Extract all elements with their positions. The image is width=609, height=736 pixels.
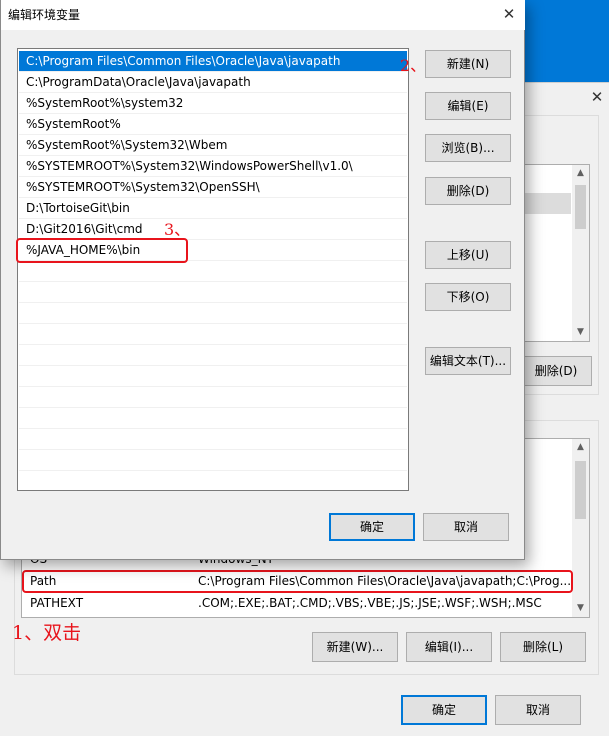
system-variables-scrollbar[interactable]: ▲ ▼ <box>572 439 589 617</box>
user-variables-selected-row[interactable] <box>521 193 571 214</box>
edit-environment-variable-dialog: 编辑环境变量 ✕ C:\Program Files\Common Files\O… <box>0 0 525 560</box>
system-var-row[interactable]: PATHEXT .COM;.EXE;.BAT;.CMD;.VBS;.VBE;.J… <box>22 593 574 614</box>
empty-row <box>19 429 407 450</box>
scroll-thumb[interactable] <box>575 461 586 519</box>
user-variables-list[interactable]: ▲ ▼ <box>520 164 590 342</box>
scroll-thumb[interactable] <box>575 185 586 229</box>
path-entry[interactable]: %SystemRoot% <box>19 114 407 135</box>
system-delete-button[interactable]: 删除(L) <box>500 632 586 662</box>
system-var-value: .COM;.EXE;.BAT;.CMD;.VBS;.VBE;.JS;.JSE;.… <box>198 596 542 610</box>
empty-row <box>19 450 407 471</box>
dialog-ok-button[interactable]: 确定 <box>329 513 415 541</box>
empty-row <box>19 366 407 387</box>
empty-row <box>19 387 407 408</box>
path-entry[interactable]: C:\ProgramData\Oracle\Java\javapath <box>19 72 407 93</box>
path-edit-button[interactable]: 编辑(E) <box>425 92 511 120</box>
scroll-up-icon[interactable]: ▲ <box>572 165 589 182</box>
empty-row <box>19 282 407 303</box>
empty-row <box>19 324 407 345</box>
empty-row <box>19 261 407 282</box>
path-entry[interactable]: D:\Git2016\Git\cmd <box>19 219 407 240</box>
scroll-down-icon[interactable]: ▼ <box>572 600 589 617</box>
path-entry[interactable]: D:\TortoiseGit\bin <box>19 198 407 219</box>
system-var-name: PATHEXT <box>30 596 84 610</box>
annotation-step1: 1、双击 <box>12 622 82 644</box>
annotation-step2: 2、 <box>400 56 427 75</box>
dialog-cancel-button[interactable]: 取消 <box>423 513 509 541</box>
system-var-value: C:\Program Files\Common Files\Oracle\Jav… <box>198 574 572 588</box>
empty-row <box>19 408 407 429</box>
path-new-button[interactable]: 新建(N) <box>425 50 511 78</box>
empty-row <box>19 471 407 490</box>
user-variables-scrollbar[interactable]: ▲ ▼ <box>572 165 589 341</box>
path-entry[interactable]: C:\Program Files\Common Files\Oracle\Jav… <box>19 51 407 72</box>
path-entry[interactable]: %SYSTEMROOT%\System32\OpenSSH\ <box>19 177 407 198</box>
dialog-titlebar: 编辑环境变量 ✕ <box>1 0 525 30</box>
path-edit-text-button[interactable]: 编辑文本(T)... <box>425 347 511 375</box>
annotation-step3: 3、 <box>164 220 191 239</box>
scroll-down-icon[interactable]: ▼ <box>572 324 589 341</box>
environment-cancel-button[interactable]: 取消 <box>495 695 581 725</box>
scroll-up-icon[interactable]: ▲ <box>572 439 589 456</box>
dialog-title: 编辑环境变量 <box>8 8 81 22</box>
path-move-up-button[interactable]: 上移(U) <box>425 241 511 269</box>
empty-row <box>19 303 407 324</box>
system-var-row-path[interactable]: Path C:\Program Files\Common Files\Oracl… <box>22 571 574 592</box>
path-entry[interactable]: %SystemRoot%\system32 <box>19 93 407 114</box>
background-close-icon[interactable]: ✕ <box>588 88 606 106</box>
environment-ok-button[interactable]: 确定 <box>401 695 487 725</box>
path-entry[interactable]: %SystemRoot%\System32\Wbem <box>19 135 407 156</box>
system-new-button[interactable]: 新建(W)... <box>312 632 398 662</box>
dialog-close-icon[interactable]: ✕ <box>495 2 523 26</box>
system-var-name: Path <box>30 574 57 588</box>
path-entries-list[interactable]: C:\Program Files\Common Files\Oracle\Jav… <box>17 48 409 491</box>
path-entry[interactable]: %SYSTEMROOT%\System32\WindowsPowerShell\… <box>19 156 407 177</box>
system-edit-button[interactable]: 编辑(I)... <box>406 632 492 662</box>
path-entry-java-home[interactable]: %JAVA_HOME%\bin <box>19 240 407 261</box>
empty-row <box>19 345 407 366</box>
path-browse-button[interactable]: 浏览(B)... <box>425 134 511 162</box>
path-delete-button[interactable]: 删除(D) <box>425 177 511 205</box>
path-move-down-button[interactable]: 下移(O) <box>425 283 511 311</box>
